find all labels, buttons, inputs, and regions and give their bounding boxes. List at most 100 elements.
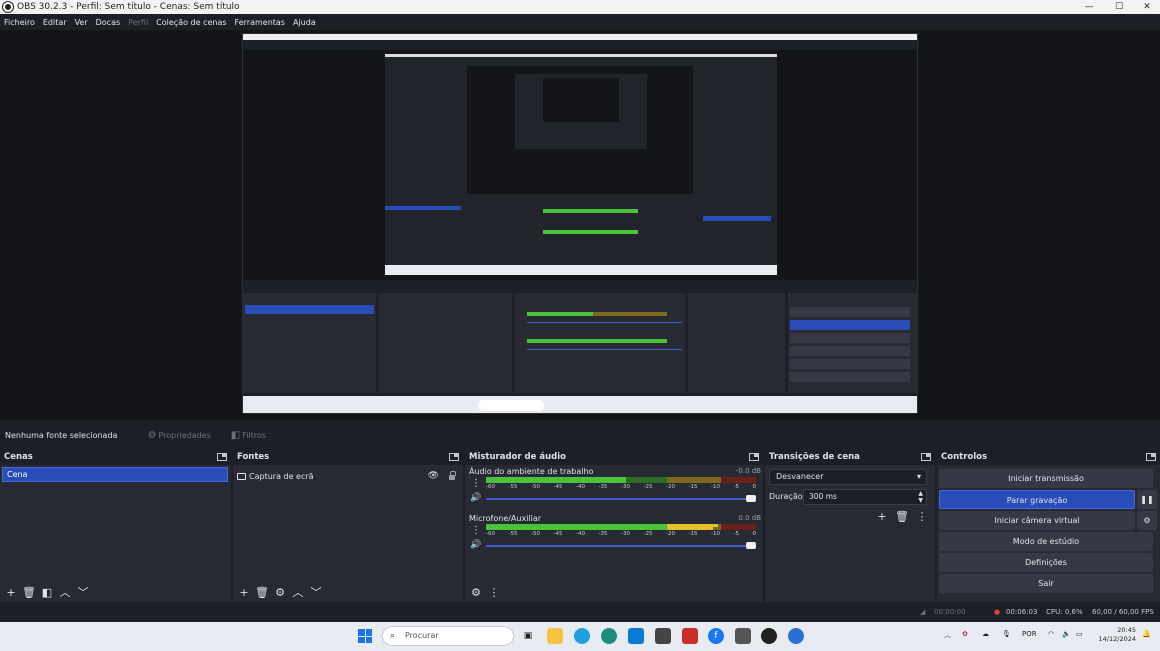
menu-ferramentas[interactable]: Ferramentas bbox=[235, 18, 285, 27]
wifi-icon[interactable]: ◠ bbox=[1048, 630, 1054, 638]
undock-icon[interactable] bbox=[1146, 452, 1156, 461]
windows-start-icon[interactable] bbox=[358, 629, 372, 643]
scene-filters-icon[interactable]: ◧ bbox=[40, 586, 54, 600]
move-down-icon[interactable]: ﹀ bbox=[309, 586, 323, 600]
battery-icon[interactable]: ▭ bbox=[1076, 630, 1083, 638]
close-button[interactable]: ✕ bbox=[1132, 0, 1160, 14]
add-icon[interactable]: + bbox=[875, 510, 889, 523]
tray-app-icon[interactable]: ✿ bbox=[962, 630, 968, 638]
properties-button[interactable]: ⚙ Propriedades bbox=[147, 430, 210, 441]
tray-cloud-icon[interactable]: ☁ bbox=[982, 630, 989, 638]
scale-tick: -35 bbox=[598, 531, 608, 537]
scale-tick: -45 bbox=[553, 531, 563, 537]
undock-icon[interactable] bbox=[749, 452, 759, 461]
scale-tick: -60 bbox=[486, 531, 495, 537]
kebab-menu-icon[interactable]: ⋮ bbox=[471, 478, 481, 489]
lock-icon[interactable] bbox=[449, 471, 456, 480]
menu-ajuda[interactable]: Ajuda bbox=[293, 18, 316, 27]
menu-editar[interactable]: Editar bbox=[43, 18, 67, 27]
move-up-icon[interactable]: ︿ bbox=[291, 586, 305, 600]
scale-tick: -55 bbox=[508, 484, 518, 490]
mixer-title: Misturador de áudio bbox=[469, 451, 566, 462]
no-source-label: Nenhuma fonte selecionada bbox=[5, 430, 118, 440]
meter-red-zone bbox=[720, 477, 756, 483]
edge-icon[interactable] bbox=[574, 628, 590, 644]
browser-icon[interactable] bbox=[601, 628, 617, 644]
maximize-button[interactable]: ☐ bbox=[1104, 0, 1134, 14]
menu-perfil[interactable]: Perfil bbox=[128, 18, 148, 27]
speaker-icon[interactable]: 🔊 bbox=[470, 493, 481, 503]
move-up-icon[interactable]: ︿ bbox=[58, 586, 72, 600]
gear-icon[interactable]: ⚙ bbox=[1137, 511, 1157, 530]
volume-slider-track[interactable] bbox=[486, 545, 748, 547]
menu-ficheiro[interactable]: Ficheiro bbox=[4, 18, 35, 27]
speaker-icon[interactable]: 🔊 bbox=[470, 540, 481, 550]
filter-icon: ◧ bbox=[230, 429, 241, 441]
add-icon[interactable]: + bbox=[237, 586, 251, 600]
undock-icon[interactable] bbox=[921, 452, 931, 461]
kebab-menu-icon[interactable]: ⋮ bbox=[471, 525, 481, 536]
eye-icon[interactable]: 👁 bbox=[428, 471, 439, 481]
volume-slider-handle[interactable] bbox=[746, 495, 756, 502]
duration-input[interactable]: 300 ms ▲ ▼ bbox=[803, 489, 927, 505]
calculator-icon[interactable] bbox=[735, 628, 751, 644]
add-icon[interactable]: + bbox=[4, 586, 18, 600]
photos-icon[interactable] bbox=[682, 628, 698, 644]
facebook-icon[interactable]: f bbox=[708, 628, 724, 644]
studio-mode-button[interactable]: Modo de estúdio bbox=[939, 532, 1153, 551]
undock-icon[interactable] bbox=[449, 452, 459, 461]
scale-tick: 0 bbox=[752, 484, 757, 490]
exit-button[interactable]: Sair bbox=[939, 574, 1153, 593]
menu-colecao-cenas[interactable]: Coleção de cenas bbox=[156, 18, 226, 27]
task-view-icon[interactable]: ▣ bbox=[520, 628, 536, 644]
kebab-menu-icon[interactable]: ⋮ bbox=[487, 586, 501, 600]
tray-mic-icon[interactable]: 🎙 bbox=[1002, 630, 1011, 638]
minimize-button[interactable]: — bbox=[1074, 0, 1104, 14]
audio-mixer-dock: Misturador de áudio Áudio do ambiente de… bbox=[465, 448, 763, 602]
filters-button[interactable]: ◧ Filtros bbox=[231, 430, 266, 441]
volume-icon[interactable]: 🔈 bbox=[1062, 630, 1071, 638]
file-explorer-icon[interactable] bbox=[547, 628, 563, 644]
menu-docas[interactable]: Docas bbox=[96, 18, 121, 27]
cpu-usage: CPU: 0,6% bbox=[1046, 608, 1083, 616]
volume-slider-track[interactable] bbox=[486, 498, 748, 500]
taskbar-search[interactable]: ⌕ Procurar bbox=[382, 626, 514, 646]
trash-icon[interactable]: 🗑 bbox=[895, 510, 909, 523]
gear-icon[interactable]: ⚙ bbox=[469, 586, 483, 600]
media-player-icon[interactable] bbox=[788, 628, 804, 644]
tray-chevron-icon[interactable]: ︿ bbox=[944, 630, 951, 640]
store-icon[interactable] bbox=[628, 628, 644, 644]
pause-icon[interactable]: ❚❚ bbox=[1137, 490, 1157, 509]
language-indicator[interactable]: POR bbox=[1022, 630, 1037, 638]
volume-row: 🔊 bbox=[469, 540, 759, 551]
trash-icon[interactable]: 🗑 bbox=[255, 586, 269, 600]
channel-db: -0.0 dB bbox=[735, 467, 761, 475]
scale-tick: -15 bbox=[688, 531, 698, 537]
app-icon[interactable] bbox=[655, 628, 671, 644]
trash-icon[interactable]: 🗑 bbox=[22, 586, 36, 600]
transition-select[interactable]: Desvanecer bbox=[769, 469, 927, 485]
menu-ver[interactable]: Ver bbox=[75, 18, 88, 27]
start-virtual-camera-button[interactable]: Iniciar câmera virtual bbox=[939, 511, 1135, 530]
settings-button[interactable]: Definições bbox=[939, 553, 1153, 572]
scenes-title: Cenas bbox=[4, 451, 33, 462]
volume-slider-handle[interactable] bbox=[746, 542, 756, 549]
scene-item[interactable]: Cena bbox=[2, 467, 228, 482]
channel-name: Áudio do ambiente de trabalho bbox=[469, 467, 594, 476]
controls-title: Controlos bbox=[941, 451, 988, 462]
kebab-menu-icon[interactable]: ⋮ bbox=[915, 510, 929, 523]
spinbox-arrows-icon[interactable]: ▲ ▼ bbox=[918, 490, 923, 504]
gear-icon[interactable]: ⚙ bbox=[273, 586, 287, 600]
taskbar-clock[interactable]: 20:45 14/12/2024 bbox=[1096, 626, 1136, 644]
transition-tools: + 🗑 ⋮ bbox=[875, 510, 935, 523]
scale-tick: -50 bbox=[531, 484, 540, 490]
stop-recording-button[interactable]: Parar gravação bbox=[939, 490, 1135, 509]
source-item[interactable]: Captura de ecrã 👁 bbox=[237, 469, 459, 483]
undock-icon[interactable] bbox=[217, 452, 227, 461]
scale-tick: -20 bbox=[666, 484, 675, 490]
notification-bell-icon[interactable]: 🔔 bbox=[1142, 630, 1151, 638]
start-streaming-button[interactable]: Iniciar transmissão bbox=[939, 469, 1153, 488]
move-down-icon[interactable]: ﹀ bbox=[76, 586, 90, 600]
preview-canvas[interactable] bbox=[242, 33, 918, 414]
obs-taskbar-icon[interactable] bbox=[761, 628, 777, 644]
